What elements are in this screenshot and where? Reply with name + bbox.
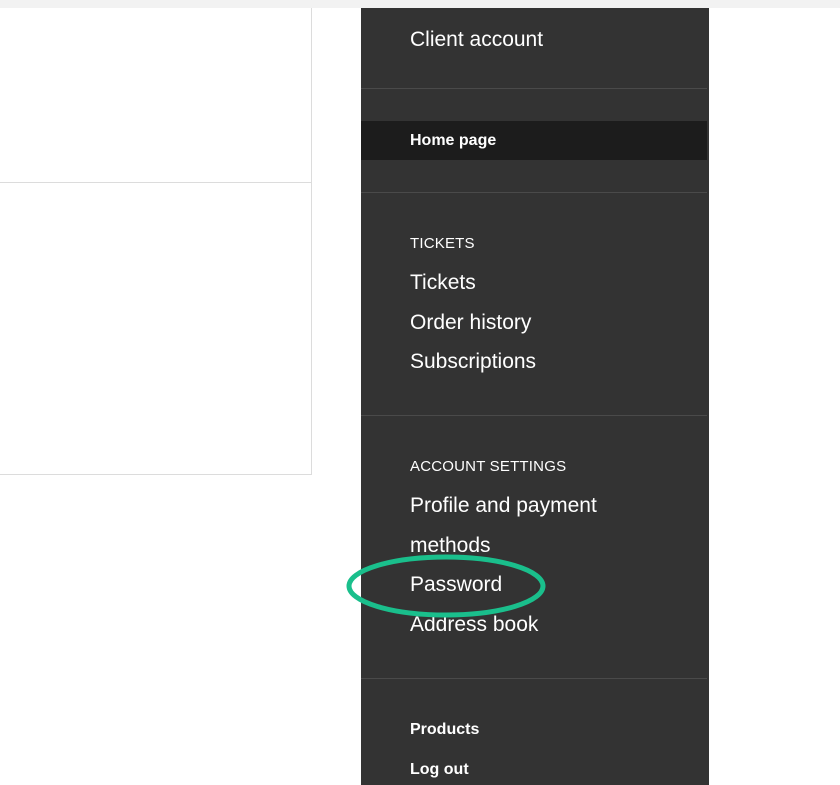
- sidebar-item-home-page[interactable]: Home page: [361, 121, 707, 160]
- sidebar-item-log-out[interactable]: Log out: [410, 760, 469, 780]
- content-divider: [0, 182, 311, 183]
- content-panel: [0, 8, 312, 475]
- sidebar-item-label: Home page: [410, 132, 497, 149]
- sidebar-divider: [361, 88, 707, 89]
- sidebar-item-order-history[interactable]: Order history: [410, 311, 531, 335]
- tickets-heading: TICKETS: [410, 235, 475, 252]
- sidebar-item-password[interactable]: Password: [410, 573, 502, 597]
- sidebar-title: Client account: [410, 28, 544, 51]
- sidebar-item-tickets[interactable]: Tickets: [410, 271, 476, 295]
- sidebar-item-subscriptions[interactable]: Subscriptions: [410, 350, 536, 374]
- sidebar-divider: [361, 678, 707, 679]
- sidebar-divider: [361, 415, 707, 416]
- sidebar-divider: [361, 192, 707, 193]
- account-settings-heading: ACCOUNT SETTINGS: [410, 458, 567, 475]
- sidebar-item-profile-payment-cont[interactable]: methods: [410, 534, 491, 558]
- sidebar-item-profile-payment[interactable]: Profile and payment: [410, 494, 597, 518]
- sidebar-item-address-book[interactable]: Address book: [410, 613, 538, 637]
- top-strip: [0, 0, 840, 8]
- sidebar-item-products[interactable]: Products: [410, 720, 479, 740]
- account-sidebar: Client account Home page TICKETS Tickets…: [361, 8, 709, 785]
